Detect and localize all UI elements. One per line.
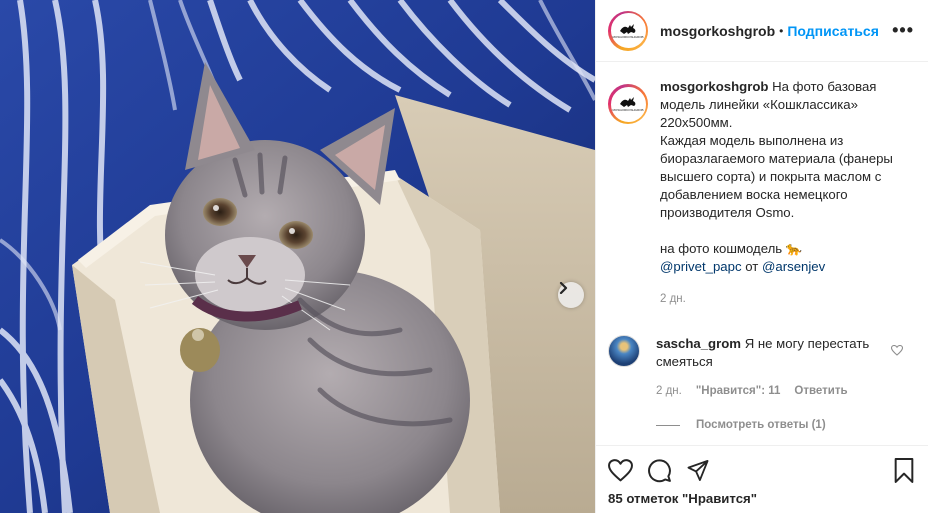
post-header: MOSGORKOSHGROB mosgorkoshgrob • Подписат… [596, 0, 928, 62]
comment-body: sascha_grom Я не могу перестать смеяться [656, 335, 871, 371]
save-button[interactable] [893, 457, 915, 483]
post-photo [0, 0, 595, 513]
caption-author-avatar[interactable]: MOSGORKOSHGROB [608, 84, 648, 124]
next-photo-button[interactable] [558, 282, 584, 308]
caption-timestamp[interactable]: 2 дн. [660, 290, 905, 308]
reply-button[interactable]: Ответить [794, 385, 847, 397]
comment-meta: 2 дн. "Нравится": 11 Ответить [656, 385, 915, 397]
avatar-inner: MOSGORKOSHGROB [610, 86, 646, 122]
post-actions: 85 отметок "Нравится" [596, 445, 928, 513]
cat-logo-icon [620, 97, 636, 107]
action-icons [608, 456, 915, 484]
replies-divider [656, 424, 680, 426]
commenter-username[interactable]: sascha_grom [656, 336, 741, 351]
chevron-right-icon [559, 282, 568, 294]
comments-section[interactable]: MOSGORKOSHGROB mosgorkoshgrob На фото ба… [596, 62, 928, 445]
from-word: от [741, 259, 762, 274]
avatar-logo-text: MOSGORKOSHGROB [612, 34, 644, 39]
cat-logo-icon [620, 23, 636, 34]
comment-like-button[interactable] [890, 343, 904, 359]
comment-item: sascha_grom Я не могу перестать смеяться [608, 335, 915, 371]
view-replies-label: Посмотреть ответы (1) [696, 419, 826, 431]
caption-username[interactable]: mosgorkoshgrob [660, 79, 768, 94]
kitten-photo-illustration [0, 0, 595, 513]
heart-icon [890, 344, 904, 356]
comment-button[interactable] [647, 458, 672, 483]
avatar-inner: MOSGORKOSHGROB [610, 13, 646, 48]
caption: MOSGORKOSHGROB mosgorkoshgrob На фото ба… [608, 78, 915, 308]
caption-line-2: Каждая модель выполнена из биоразлагаемо… [660, 133, 893, 220]
caption-line-3: на фото кошмодель 🐆 [660, 241, 803, 256]
share-button[interactable] [686, 459, 710, 482]
post-side-panel: MOSGORKOSHGROB mosgorkoshgrob • Подписат… [595, 0, 928, 513]
heart-icon [608, 458, 633, 481]
share-icon [687, 459, 709, 481]
mention-arsenjev[interactable]: @arsenjev [762, 259, 825, 274]
comment-icon [648, 458, 671, 482]
follow-button[interactable]: Подписаться [787, 23, 879, 39]
comment-likes-count[interactable]: "Нравится": 11 [696, 385, 781, 397]
header-separator: • [779, 23, 784, 38]
avatar-logo-text: MOSGORKOSHGROB [612, 108, 644, 112]
bookmark-icon [894, 457, 914, 483]
more-options-button[interactable]: ••• [892, 20, 914, 41]
caption-text: mosgorkoshgrob На фото базовая модель ли… [660, 78, 905, 308]
commenter-avatar[interactable] [608, 335, 640, 367]
comment-timestamp[interactable]: 2 дн. [656, 385, 682, 397]
author-avatar[interactable]: MOSGORKOSHGROB [608, 10, 648, 51]
likes-count[interactable]: 85 отметок "Нравится" [608, 491, 915, 506]
like-button[interactable] [608, 458, 633, 482]
post-viewer: MOSGORKOSHGROB mosgorkoshgrob • Подписат… [0, 0, 928, 513]
mention-privet-papc[interactable]: @privet_papc [660, 259, 742, 274]
view-replies-button[interactable]: Посмотреть ответы (1) [656, 419, 915, 431]
author-username[interactable]: mosgorkoshgrob [660, 23, 775, 39]
